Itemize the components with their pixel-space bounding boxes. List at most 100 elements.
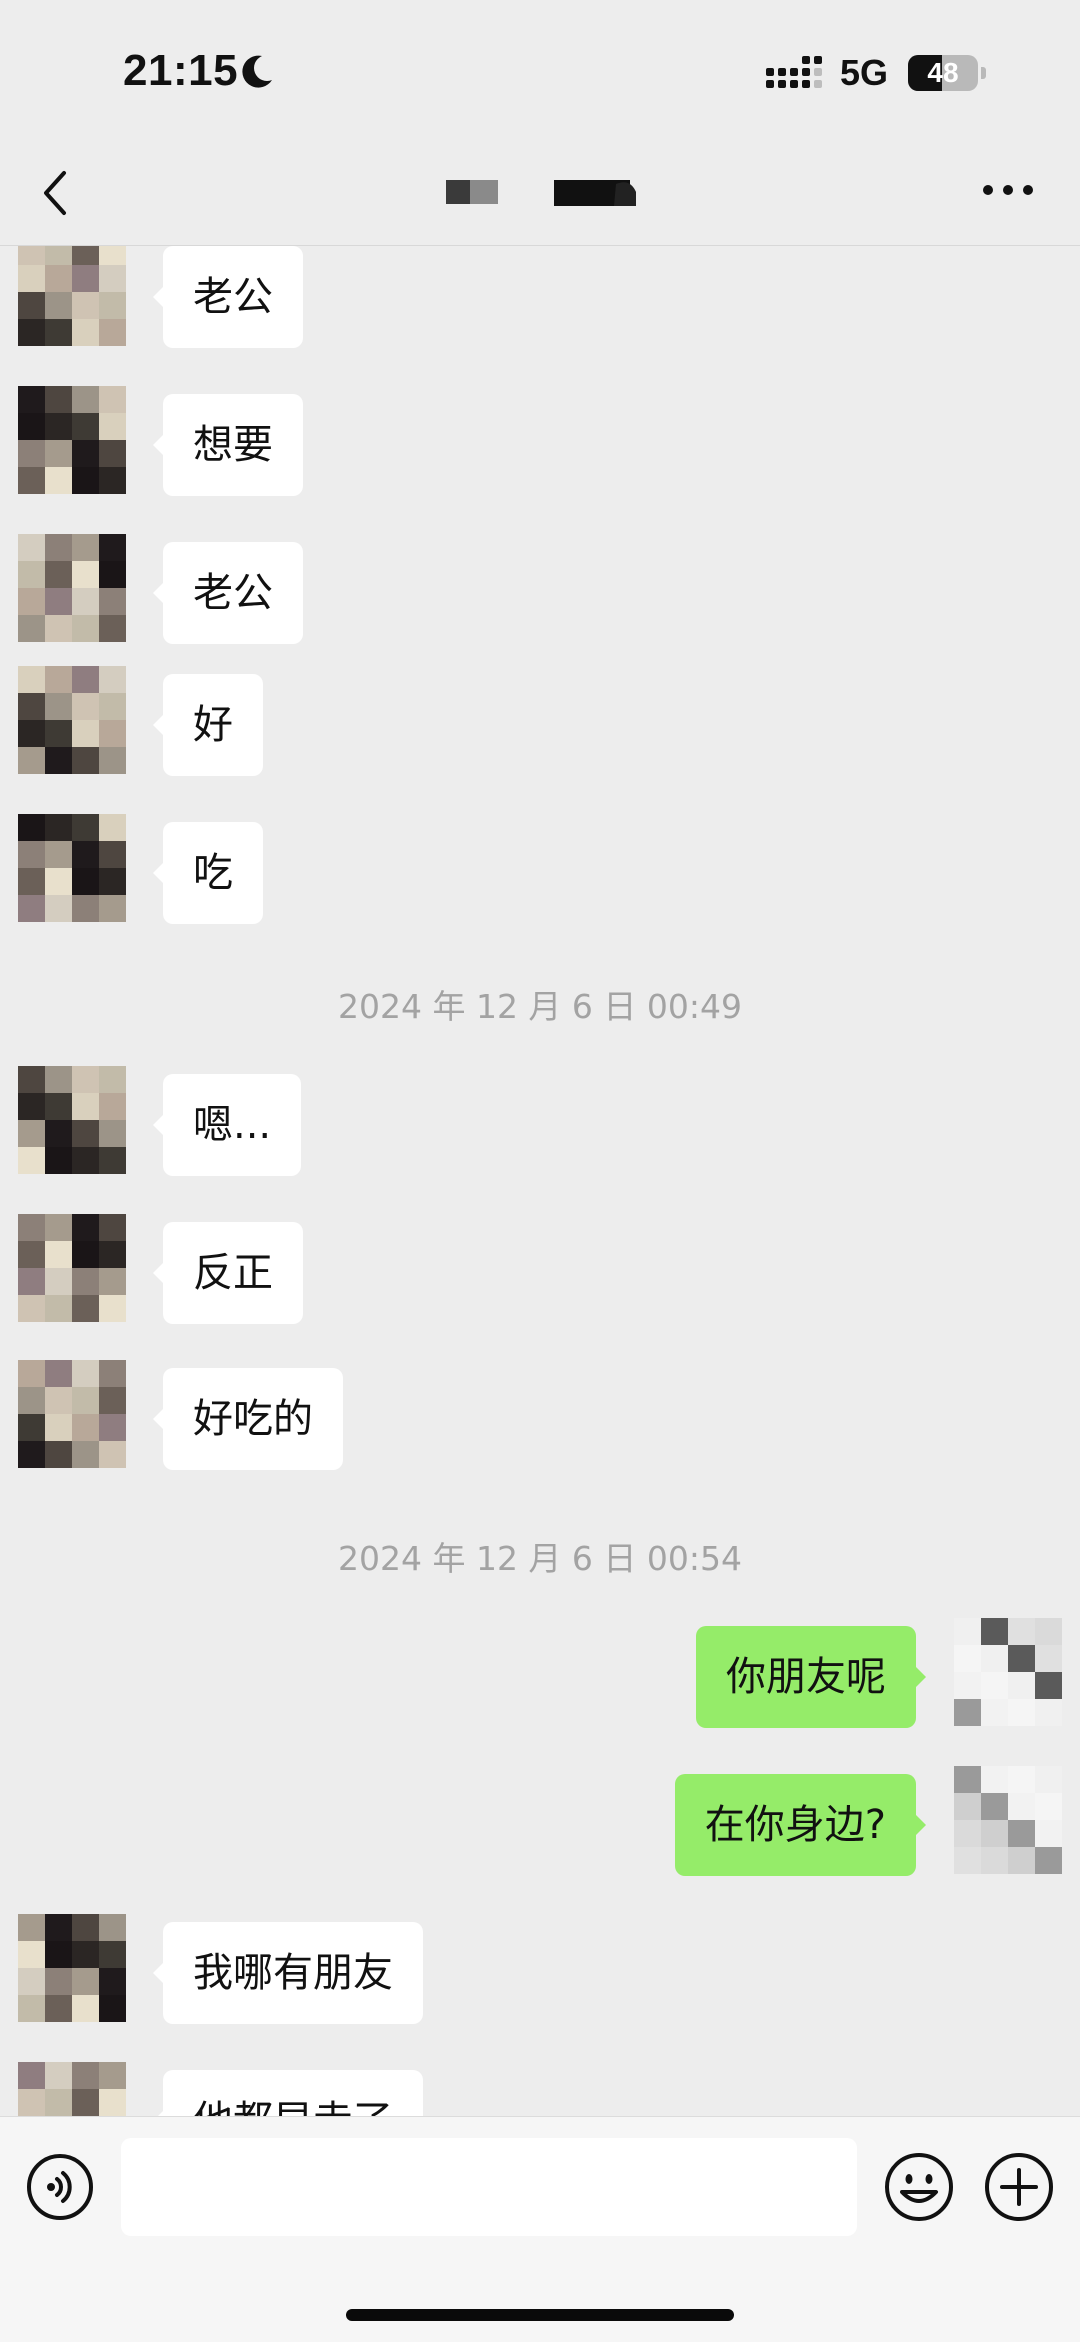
- avatar-mosaic-cell: [99, 1295, 126, 1322]
- avatar-mosaic-cell: [99, 292, 126, 319]
- avatar-mosaic-cell: [72, 1120, 99, 1147]
- avatar-mosaic-cell: [981, 1699, 1008, 1726]
- avatar-mosaic-cell: [45, 1441, 72, 1468]
- message-input[interactable]: [121, 2138, 857, 2236]
- avatar[interactable]: [18, 814, 126, 922]
- avatar-mosaic-cell: [45, 265, 72, 292]
- avatar[interactable]: [18, 1360, 126, 1468]
- battery-icon: 48: [908, 55, 978, 91]
- incoming-message[interactable]: 反正: [153, 1222, 303, 1324]
- avatar[interactable]: [18, 2062, 126, 2116]
- status-time: 21:15: [123, 46, 239, 95]
- avatar[interactable]: [18, 246, 126, 346]
- avatar-mosaic-cell: [99, 1093, 126, 1120]
- avatar[interactable]: [954, 1766, 1062, 1874]
- outgoing-message[interactable]: 你朋友呢: [696, 1626, 926, 1728]
- emoji-icon[interactable]: [884, 2152, 954, 2222]
- avatar-mosaic-cell: [72, 1093, 99, 1120]
- avatar-mosaic-cell: [45, 1120, 72, 1147]
- avatar-mosaic-cell: [18, 720, 45, 747]
- avatar-mosaic-cell: [72, 693, 99, 720]
- incoming-message[interactable]: 想要: [153, 394, 303, 496]
- avatar-mosaic-cell: [1008, 1645, 1035, 1672]
- avatar-mosaic-cell: [45, 1066, 72, 1093]
- incoming-message[interactable]: 他都早走了: [153, 2070, 423, 2116]
- incoming-message[interactable]: 老公: [153, 246, 303, 348]
- avatar-mosaic-cell: [18, 814, 45, 841]
- avatar-mosaic-cell: [1008, 1699, 1035, 1726]
- avatar-mosaic-cell: [45, 720, 72, 747]
- avatar-mosaic-cell: [18, 561, 45, 588]
- avatar[interactable]: [18, 386, 126, 494]
- home-indicator[interactable]: [346, 2309, 734, 2321]
- avatar-mosaic-cell: [72, 1066, 99, 1093]
- avatar[interactable]: [18, 1066, 126, 1174]
- avatar-mosaic-cell: [45, 386, 72, 413]
- incoming-message[interactable]: 老公: [153, 542, 303, 644]
- signal-icon: [766, 56, 822, 88]
- avatar-mosaic-cell: [1035, 1618, 1062, 1645]
- avatar-mosaic-cell: [72, 319, 99, 346]
- back-icon[interactable]: [36, 165, 72, 221]
- avatar-mosaic-cell: [99, 246, 126, 265]
- avatar-mosaic-cell: [72, 440, 99, 467]
- avatar-mosaic-cell: [45, 561, 72, 588]
- avatar-mosaic-cell: [18, 1995, 45, 2022]
- avatar-mosaic-cell: [72, 841, 99, 868]
- avatar-mosaic-cell: [18, 386, 45, 413]
- avatar-mosaic-cell: [99, 386, 126, 413]
- incoming-message[interactable]: 好吃的: [153, 1368, 343, 1470]
- avatar-mosaic-cell: [954, 1820, 981, 1847]
- incoming-message[interactable]: 好: [153, 674, 263, 776]
- avatar-mosaic-cell: [981, 1618, 1008, 1645]
- avatar-mosaic-cell: [45, 1387, 72, 1414]
- avatar-mosaic-cell: [45, 693, 72, 720]
- more-icon[interactable]: [980, 178, 1036, 202]
- avatar-mosaic-cell: [99, 1441, 126, 1468]
- message-list[interactable]: 老公 想要 老公好吃 2024 年 12 月 6 日 00:49 嗯... 反正 好吃的 20…: [0, 246, 1080, 2116]
- incoming-message[interactable]: 嗯...: [152, 1074, 302, 1176]
- incoming-message[interactable]: 吃: [153, 822, 263, 924]
- avatar-mosaic-cell: [954, 1645, 981, 1672]
- avatar[interactable]: [954, 1618, 1062, 1726]
- avatar-mosaic-cell: [72, 814, 99, 841]
- avatar-mosaic-cell: [1008, 1766, 1035, 1793]
- avatar-mosaic-cell: [45, 1995, 72, 2022]
- avatar-mosaic-cell: [18, 1214, 45, 1241]
- timestamp: 2024 年 12 月 6 日 00:49: [337, 987, 742, 1026]
- avatar-mosaic-cell: [99, 2089, 126, 2116]
- avatar[interactable]: [18, 1914, 126, 2022]
- avatar-mosaic-cell: [72, 561, 99, 588]
- avatar[interactable]: [18, 534, 126, 642]
- incoming-message[interactable]: 我哪有朋友: [153, 1922, 423, 2024]
- plus-icon[interactable]: [984, 2152, 1054, 2222]
- outgoing-message[interactable]: 在你身边?: [674, 1774, 927, 1876]
- avatar-mosaic-cell: [45, 413, 72, 440]
- avatar[interactable]: [18, 666, 126, 774]
- voice-icon[interactable]: [26, 2153, 94, 2221]
- avatar-mosaic-cell: [99, 265, 126, 292]
- avatar-mosaic-cell: [18, 1093, 45, 1120]
- avatar-mosaic-cell: [72, 720, 99, 747]
- avatar[interactable]: [18, 1214, 126, 1322]
- avatar-mosaic-cell: [72, 413, 99, 440]
- avatar-mosaic-cell: [72, 1360, 99, 1387]
- avatar-mosaic-cell: [1008, 1793, 1035, 1820]
- avatar-mosaic-cell: [18, 1387, 45, 1414]
- avatar-mosaic-cell: [72, 292, 99, 319]
- avatar-mosaic-cell: [981, 1847, 1008, 1874]
- avatar-mosaic-cell: [1008, 1672, 1035, 1699]
- avatar-mosaic-cell: [18, 1241, 45, 1268]
- avatar-mosaic-cell: [18, 1360, 45, 1387]
- avatar-mosaic-cell: [954, 1699, 981, 1726]
- avatar-mosaic-cell: [99, 615, 126, 642]
- avatar-mosaic-cell: [45, 747, 72, 774]
- avatar-mosaic-cell: [45, 292, 72, 319]
- avatar-mosaic-cell: [1035, 1699, 1062, 1726]
- avatar-mosaic-cell: [45, 1093, 72, 1120]
- avatar-mosaic-cell: [72, 2062, 99, 2089]
- avatar-mosaic-cell: [18, 615, 45, 642]
- avatar-mosaic-cell: [72, 1914, 99, 1941]
- avatar-mosaic-cell: [18, 747, 45, 774]
- avatar-mosaic-cell: [45, 1914, 72, 1941]
